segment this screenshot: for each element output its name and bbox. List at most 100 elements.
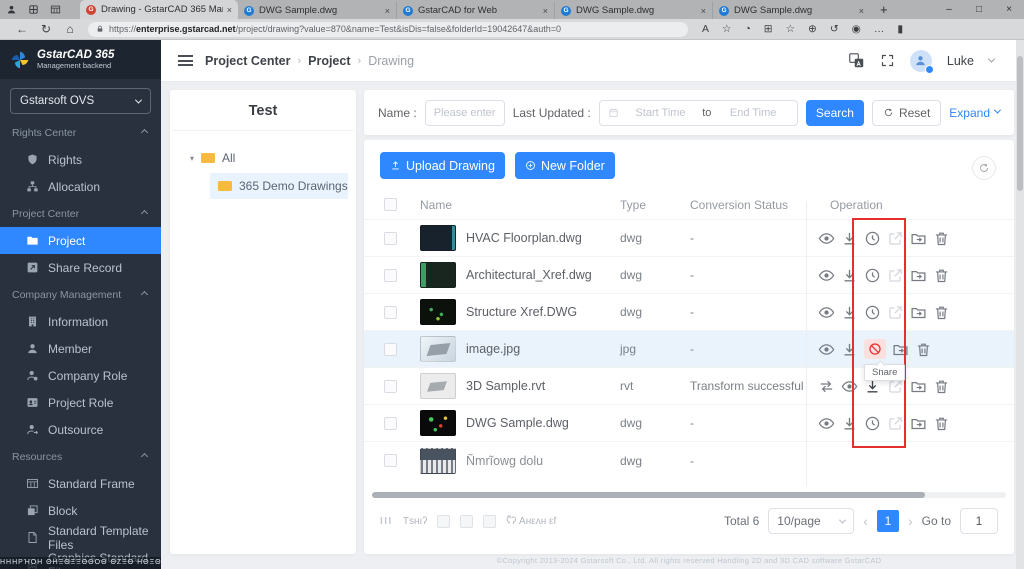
- browser-tab[interactable]: G DWG Sample.dwg ×: [712, 2, 870, 19]
- share-icon[interactable]: [887, 304, 904, 321]
- sidebar-panel-icon[interactable]: ▮: [897, 23, 903, 35]
- preview-icon[interactable]: [841, 378, 858, 395]
- history-icon[interactable]: ↺: [830, 23, 839, 35]
- row-checkbox[interactable]: [384, 343, 397, 356]
- tab-actions-icon[interactable]: [44, 0, 66, 19]
- history-icon[interactable]: [864, 415, 881, 432]
- section-resources[interactable]: Resources: [0, 443, 161, 470]
- select-all-checkbox[interactable]: [384, 198, 397, 211]
- browser-tab[interactable]: G GstarCAD for Web ×: [396, 2, 554, 19]
- row-checkbox[interactable]: [384, 269, 397, 282]
- delete-icon[interactable]: [933, 378, 950, 395]
- browser-essentials-icon[interactable]: ◉: [852, 23, 861, 35]
- drawing-name-input[interactable]: [425, 100, 505, 126]
- share-icon[interactable]: [887, 230, 904, 247]
- sidebar-item-member[interactable]: Member: [0, 335, 161, 362]
- sidebar-item-share-record[interactable]: Share Record: [0, 254, 161, 281]
- vertical-scrollbar[interactable]: [1016, 40, 1024, 569]
- tab-close-icon[interactable]: ×: [701, 6, 706, 16]
- move-to-folder-icon[interactable]: [910, 267, 927, 284]
- avatar[interactable]: [910, 50, 932, 72]
- move-to-folder-icon[interactable]: [910, 415, 927, 432]
- minimize-button[interactable]: –: [934, 0, 964, 19]
- sidebar-item-block[interactable]: Block: [0, 497, 161, 524]
- copilot-icon[interactable]: ◔: [744, 23, 750, 35]
- close-button[interactable]: ×: [994, 0, 1024, 19]
- move-to-folder-icon[interactable]: [910, 304, 927, 321]
- upload-drawing-button[interactable]: Upload Drawing: [380, 152, 505, 179]
- home-button[interactable]: ⌂: [58, 22, 82, 36]
- row-checkbox[interactable]: [384, 380, 397, 393]
- maximize-button[interactable]: □: [964, 0, 994, 19]
- sidebar-item-standard-template-files[interactable]: Standard Template Files: [0, 524, 161, 551]
- share-icon[interactable]: [887, 415, 904, 432]
- split-screen-icon[interactable]: ⊞: [764, 23, 773, 35]
- batch-checkbox[interactable]: [460, 515, 473, 528]
- preview-icon[interactable]: [818, 415, 835, 432]
- collapse-menu-icon[interactable]: [178, 55, 193, 66]
- section-rights-center[interactable]: Rights Center: [0, 119, 161, 146]
- history-icon[interactable]: [864, 304, 881, 321]
- preview-icon[interactable]: [818, 341, 835, 358]
- start-time-placeholder[interactable]: Start Time: [625, 107, 696, 119]
- download-icon[interactable]: [841, 230, 858, 247]
- row-checkbox[interactable]: [384, 454, 397, 467]
- read-aloud-icon[interactable]: A: [702, 23, 709, 35]
- profile-icon[interactable]: [0, 0, 22, 19]
- prev-page-button[interactable]: ‹: [863, 513, 868, 529]
- browser-tab[interactable]: G DWG Sample.dwg ×: [238, 2, 396, 19]
- delete-icon[interactable]: [915, 341, 932, 358]
- more-menu-icon[interactable]: …: [874, 23, 885, 35]
- tab-close-icon[interactable]: ×: [543, 6, 548, 16]
- chevron-down-icon[interactable]: [988, 56, 995, 63]
- workspaces-icon[interactable]: [22, 0, 44, 19]
- move-to-folder-icon[interactable]: [910, 230, 927, 247]
- expand-link[interactable]: Expand: [949, 106, 1000, 120]
- sidebar-item-information[interactable]: Information: [0, 308, 161, 335]
- delete-icon[interactable]: [933, 267, 950, 284]
- org-selector[interactable]: Gstarsoft OVS: [10, 88, 151, 114]
- history-icon[interactable]: [864, 230, 881, 247]
- tree-node-all[interactable]: ▾ All: [190, 145, 356, 171]
- page-size-select[interactable]: 10/page: [768, 508, 854, 534]
- columns-icon[interactable]: III: [380, 516, 393, 527]
- move-to-folder-icon[interactable]: [892, 341, 909, 358]
- sidebar-item-rights[interactable]: Rights: [0, 146, 161, 173]
- new-folder-button[interactable]: New Folder: [515, 152, 615, 179]
- refresh-button[interactable]: ↻: [34, 22, 58, 36]
- batch-checkbox[interactable]: [437, 515, 450, 528]
- sidebar-item-allocation[interactable]: Allocation: [0, 173, 161, 200]
- new-tab-button[interactable]: +: [880, 2, 888, 17]
- caret-down-icon[interactable]: ▾: [190, 154, 194, 163]
- tab-close-icon[interactable]: ×: [859, 6, 864, 16]
- reset-button[interactable]: Reset: [872, 100, 941, 126]
- download-icon[interactable]: [841, 415, 858, 432]
- sidebar-item-outsource[interactable]: Outsource: [0, 416, 161, 443]
- preview-icon[interactable]: [818, 304, 835, 321]
- browser-tab[interactable]: G DWG Sample.dwg ×: [554, 2, 712, 19]
- breadcrumb-project-center[interactable]: Project Center: [205, 54, 290, 68]
- address-bar[interactable]: https://enterprise.gstarcad.net/project/…: [88, 22, 688, 37]
- sidebar-item-standard-frame[interactable]: Standard Frame: [0, 470, 161, 497]
- breadcrumb-project[interactable]: Project: [308, 54, 350, 68]
- favorites-bar-icon[interactable]: ☆: [786, 23, 795, 35]
- sidebar-item-project[interactable]: Project: [0, 227, 161, 254]
- batch-checkbox[interactable]: [483, 515, 496, 528]
- delete-icon[interactable]: [933, 415, 950, 432]
- move-to-folder-icon[interactable]: [910, 378, 927, 395]
- language-translate-icon[interactable]: [848, 52, 865, 69]
- end-time-placeholder[interactable]: End Time: [717, 107, 788, 119]
- tab-close-icon[interactable]: ×: [227, 5, 232, 15]
- search-button[interactable]: Search: [806, 100, 864, 126]
- goto-page-input[interactable]: [960, 508, 998, 534]
- delete-icon[interactable]: [933, 230, 950, 247]
- share-icon[interactable]: [887, 267, 904, 284]
- fullscreen-icon[interactable]: [880, 53, 895, 68]
- favorite-star-icon[interactable]: ☆: [722, 23, 731, 35]
- collections-icon[interactable]: ⊕: [808, 23, 817, 35]
- preview-icon[interactable]: [818, 230, 835, 247]
- section-project-center[interactable]: Project Center: [0, 200, 161, 227]
- row-checkbox[interactable]: [384, 306, 397, 319]
- next-page-button[interactable]: ›: [908, 513, 913, 529]
- share-disabled-icon[interactable]: [864, 339, 886, 359]
